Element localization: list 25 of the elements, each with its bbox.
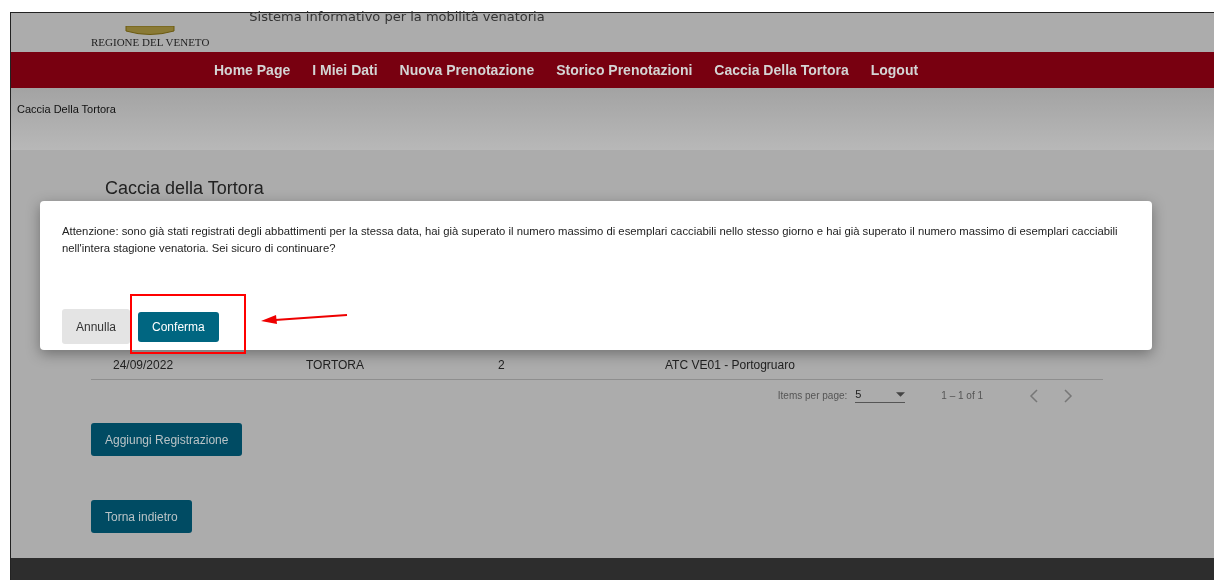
nav-link[interactable]: Nuova Prenotazione bbox=[391, 62, 543, 78]
chevron-right-icon[interactable] bbox=[1063, 388, 1073, 403]
nav-link[interactable]: Home Page bbox=[206, 62, 299, 78]
nav-link[interactable]: Caccia Della Tortora bbox=[706, 62, 857, 78]
caret-icon bbox=[896, 391, 906, 397]
nav-link[interactable]: Storico Prenotazioni bbox=[548, 62, 701, 78]
table-cell-text: ATC VE01 - Portogruaro bbox=[665, 358, 796, 372]
nav-link[interactable]: I Miei Dati bbox=[304, 62, 386, 78]
chevron-left-icon[interactable] bbox=[1029, 388, 1039, 403]
region-name: REGIONE DEL VENETO bbox=[91, 36, 210, 48]
confirm-button[interactable]: Conferma bbox=[138, 311, 219, 342]
table-cell-text: 24/09/2022 bbox=[113, 358, 175, 372]
page-size-select[interactable]: 5 bbox=[855, 388, 906, 403]
add-registration-button[interactable]: Aggiungi Registrazione bbox=[91, 423, 243, 456]
table-cell-text: TORTORA bbox=[306, 358, 365, 372]
page-title: Caccia della Tortora bbox=[105, 178, 265, 199]
dialog-message: Attenzione: sono già stati registrati degli abbattimenti per la stessa data, hai già superato il numero massimo di esemplari cacciabili nello stesso giorno e hai già superato il numero massimo di esemplari cacciabili nell'intera stagione venatoria. Sei sicuro di continuare? bbox=[62, 224, 1119, 256]
page-range: 1 – 1 of 1 bbox=[941, 390, 983, 401]
cancel-button[interactable]: Annulla bbox=[62, 309, 131, 344]
items-per-page-label: Items per page: bbox=[777, 390, 848, 401]
nav-link[interactable]: Logout bbox=[862, 62, 927, 78]
back-button[interactable]: Torna indietro bbox=[91, 500, 192, 533]
site-subtitle: Sistema informativo per la mobilità venatoria bbox=[249, 9, 545, 24]
table-cell-text: 2 bbox=[498, 358, 506, 372]
breadcrumb: Caccia Della Tortora bbox=[17, 103, 116, 115]
